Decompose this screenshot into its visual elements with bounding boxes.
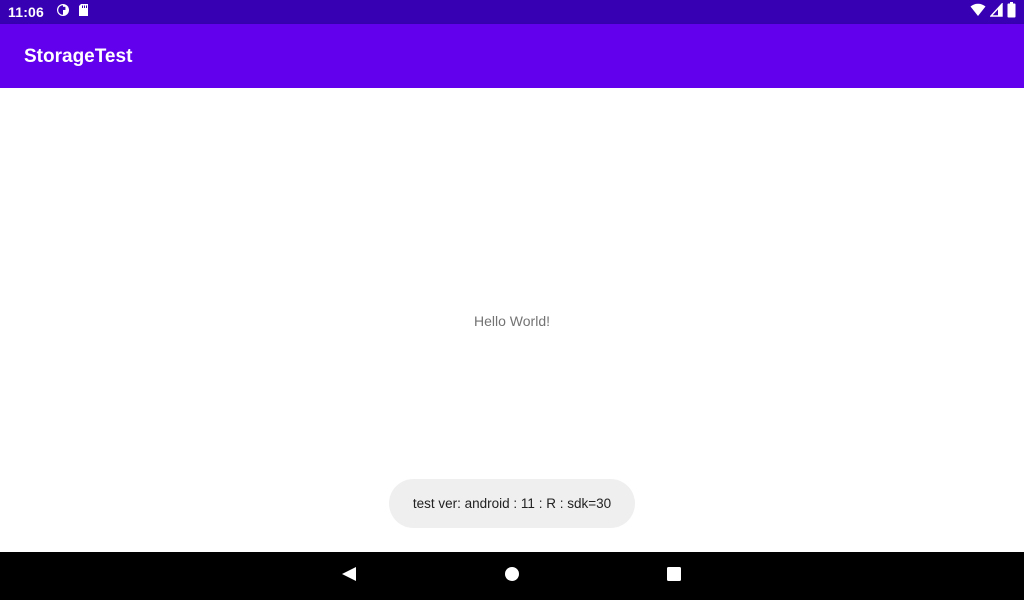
back-icon — [341, 566, 357, 587]
hello-world-text: Hello World! — [474, 313, 550, 329]
recents-icon — [666, 566, 682, 587]
home-button[interactable] — [488, 552, 536, 600]
sync-icon — [56, 3, 70, 22]
status-time: 11:06 — [8, 4, 45, 20]
cell-signal-icon — [989, 1, 1003, 22]
battery-icon — [1007, 1, 1016, 23]
status-system-icons — [970, 1, 1016, 23]
toast-text: test ver: android : 11 : R : sdk=30 — [412, 496, 612, 511]
status-notification-icons — [56, 3, 89, 22]
wifi-icon — [970, 3, 986, 22]
navigation-bar — [0, 552, 1024, 600]
back-button[interactable] — [325, 552, 373, 600]
recents-button[interactable] — [650, 552, 698, 600]
app-bar: StorageTest — [0, 24, 1024, 88]
app-title: StorageTest — [24, 46, 133, 67]
status-bar: 11:06 — [0, 0, 1024, 24]
toast-message: test ver: android : 11 : R : sdk=30 — [389, 479, 635, 528]
home-icon — [504, 566, 520, 587]
main-content: Hello World! test ver: android : 11 : R … — [0, 88, 1024, 552]
sd-card-icon — [78, 3, 89, 22]
